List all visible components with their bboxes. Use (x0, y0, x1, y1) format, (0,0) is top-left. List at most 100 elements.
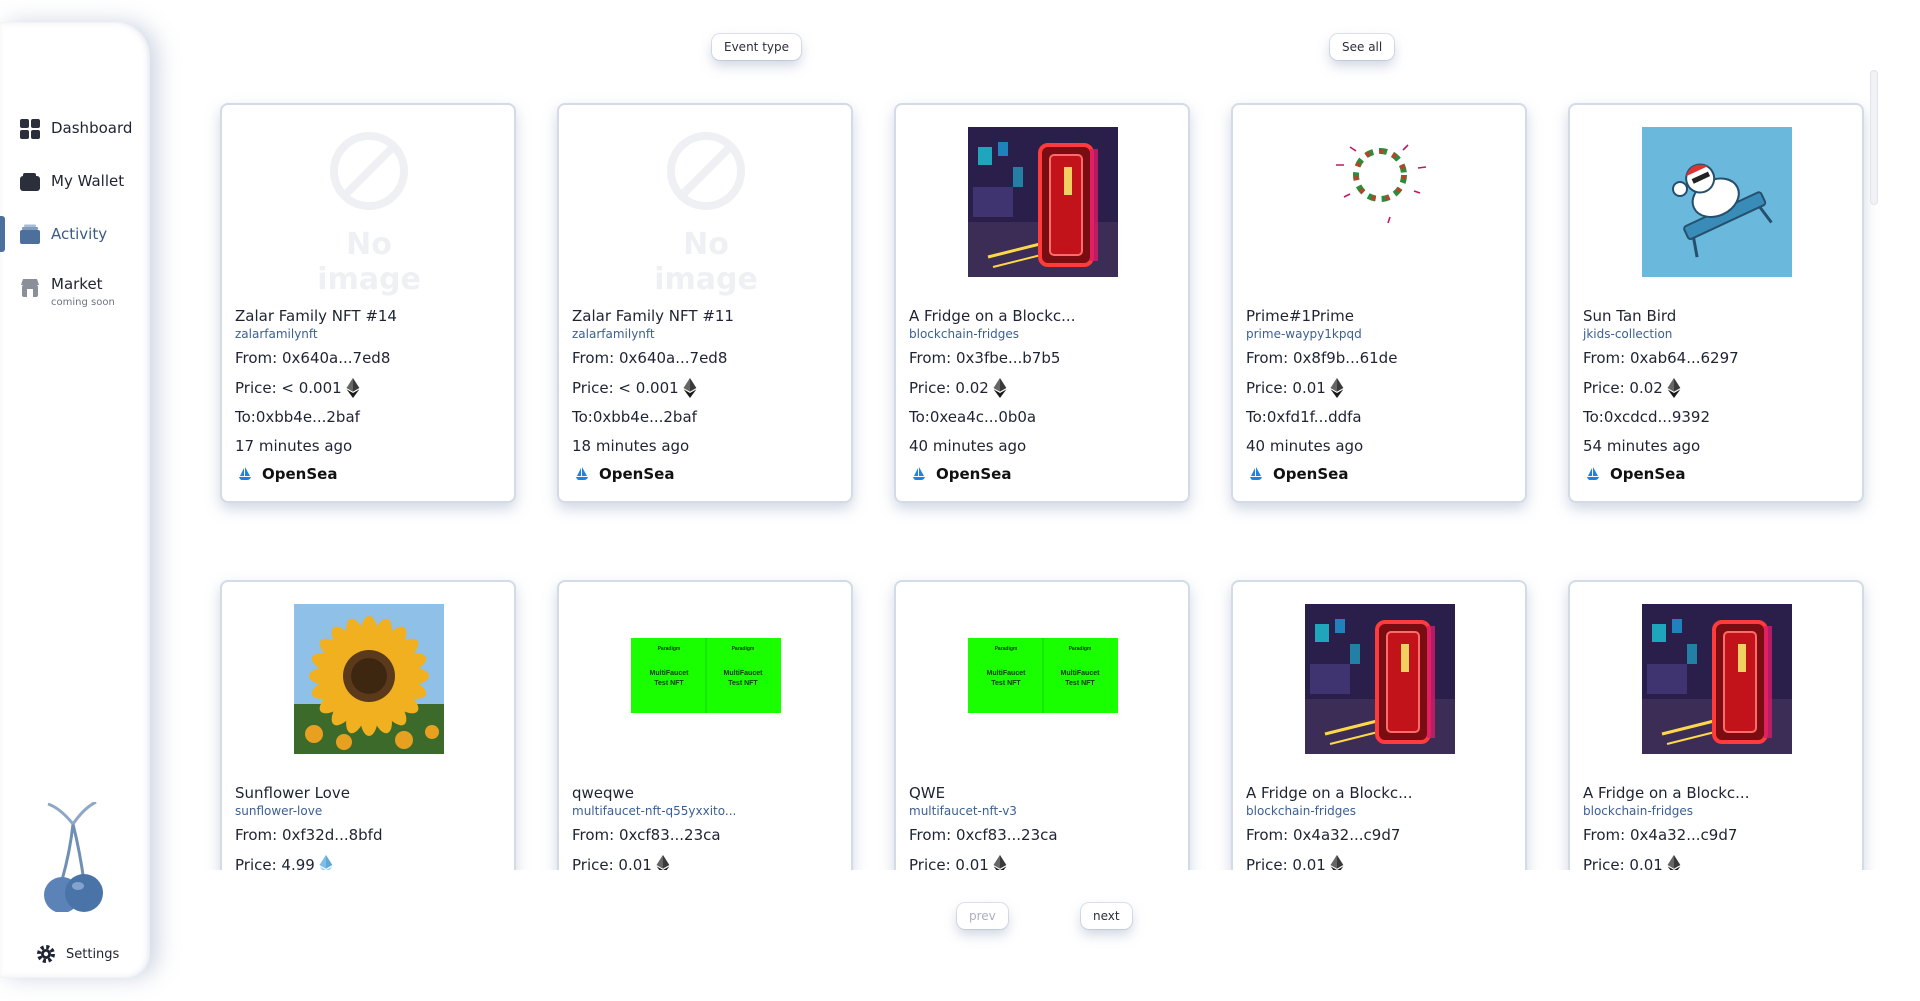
price-text: Price: 0.02 (909, 379, 989, 397)
sidebar-item-market[interactable]: Market coming soon (0, 267, 150, 308)
event-time: 40 minutes ago (1246, 437, 1364, 455)
from-address: From: 0xcf83...23ca (572, 826, 721, 844)
collection-slug[interactable]: blockchain-fridges (1583, 804, 1693, 818)
collection-slug[interactable]: multifaucet-nft-q55yxxito... (572, 804, 736, 818)
price-text: Price: 0.02 (1583, 379, 1663, 397)
sidebar-item-dashboard[interactable]: Dashboard (0, 108, 150, 148)
sidebar-item-label: Dashboard (51, 119, 133, 137)
no-image-placeholder: No image (294, 127, 444, 297)
event-time: 18 minutes ago (572, 437, 690, 455)
cherry-logo (44, 802, 103, 912)
sidebar-item-activity[interactable]: Activity (0, 214, 150, 254)
activity-card[interactable]: Paradigm Paradigm MultiFaucet Test NFT Multi… (557, 580, 853, 870)
collection-slug[interactable]: multifaucet-nft-v3 (909, 804, 1017, 818)
price: Price: 0.02 (1583, 378, 1681, 398)
price-text: Price: 0.01 (572, 856, 652, 870)
nft-thumbnail[interactable] (294, 604, 444, 754)
activity-card[interactable]: Sun Tan Bird jkids-collection From: 0xab64… (1568, 103, 1864, 503)
prev-page-button[interactable]: prev (957, 903, 1008, 929)
opensea-icon (576, 467, 588, 480)
price: Price: 0.01 (1246, 855, 1344, 870)
nft-thumbnail[interactable] (1642, 127, 1792, 277)
eth-icon (1330, 378, 1344, 398)
activity-card[interactable]: No image Zalar Family NFT #11 zalarfamilyn… (557, 103, 853, 503)
svg-text:MultiFaucet: MultiFaucet (650, 670, 690, 677)
nft-title[interactable]: A Fridge on a Blockc... (1246, 784, 1412, 802)
svg-text:Test NFT: Test NFT (991, 680, 1021, 687)
price-text: Price: 0.01 (1246, 379, 1326, 397)
marketplace-name: OpenSea (599, 465, 675, 483)
marketplace-name: OpenSea (262, 465, 338, 483)
activity-card[interactable]: A Fridge on a Blockc... blockchain-fridge… (1231, 580, 1527, 870)
nft-title[interactable]: Prime#1Prime (1246, 307, 1354, 325)
nft-thumbnail[interactable] (1305, 604, 1455, 754)
collection-slug[interactable]: zalarfamilynft (572, 327, 655, 341)
sidebar-item-label: Market (51, 275, 103, 293)
eth-icon (346, 378, 360, 398)
eth-icon (1667, 855, 1681, 870)
nft-title[interactable]: qweqwe (572, 784, 634, 802)
scrollbar-thumb[interactable] (1870, 70, 1878, 205)
opensea-icon (913, 467, 925, 480)
from-address: From: 0x640a...7ed8 (235, 349, 391, 367)
from-address: From: 0x640a...7ed8 (572, 349, 728, 367)
collection-slug[interactable]: zalarfamilynft (235, 327, 318, 341)
no-image-text: No image (654, 227, 758, 297)
price-text: Price: 4.99 (235, 856, 315, 870)
eth-icon (656, 855, 670, 870)
svg-text:Paradigm: Paradigm (1069, 646, 1092, 652)
nft-title[interactable]: Zalar Family NFT #14 (235, 307, 397, 325)
nft-title[interactable]: Zalar Family NFT #11 (572, 307, 734, 325)
activity-card[interactable]: Sunflower Love sunflower-love From: 0xf32d… (220, 580, 516, 870)
to-address: To:0xbb4e...2baf (572, 408, 697, 426)
event-type-filter[interactable]: Event type (712, 34, 801, 60)
nft-title[interactable]: Sunflower Love (235, 784, 350, 802)
marketplace-link[interactable]: OpenSea (575, 465, 674, 483)
activity-icon (20, 224, 40, 244)
price: Price: 0.01 (1246, 378, 1344, 398)
nft-title[interactable]: Sun Tan Bird (1583, 307, 1676, 325)
sidebar: Dashboard My Wallet Activity Market comi… (0, 22, 150, 978)
to-address: To:0xea4c...0b0a (909, 408, 1037, 426)
next-page-button[interactable]: next (1081, 903, 1132, 929)
marketplace-link[interactable]: OpenSea (1586, 465, 1685, 483)
settings-button[interactable]: Settings (36, 942, 136, 966)
activity-card[interactable]: A Fridge on a Blockc... blockchain-fridge… (1568, 580, 1864, 870)
marketplace-link[interactable]: OpenSea (238, 465, 337, 483)
nft-title[interactable]: QWE (909, 784, 945, 802)
from-address: From: 0x3fbe...b7b5 (909, 349, 1061, 367)
eth-icon (683, 378, 697, 398)
wallet-icon (20, 173, 40, 191)
price-text: Price: 0.01 (1583, 856, 1663, 870)
activity-grid: No image Zalar Family NFT #14 zalarfamilyn… (200, 90, 1890, 870)
activity-card[interactable]: Paradigm Paradigm MultiFaucet Test NFT Multi… (894, 580, 1190, 870)
nft-thumbnail[interactable]: Paradigm Paradigm MultiFaucet Test NFT Multi… (631, 604, 781, 754)
nft-thumbnail[interactable] (1305, 127, 1455, 277)
collection-slug[interactable]: blockchain-fridges (1246, 804, 1356, 818)
nft-thumbnail[interactable] (968, 127, 1118, 277)
nft-title[interactable]: A Fridge on a Blockc... (909, 307, 1075, 325)
from-address: From: 0x8f9b...61de (1246, 349, 1398, 367)
svg-text:MultiFaucet: MultiFaucet (987, 670, 1027, 677)
nft-thumbnail[interactable]: Paradigm Paradigm MultiFaucet Test NFT Multi… (968, 604, 1118, 754)
price-text: Price: < 0.001 (572, 379, 679, 397)
nft-title[interactable]: A Fridge on a Blockc... (1583, 784, 1749, 802)
activity-card[interactable]: No image Zalar Family NFT #14 zalarfamilyn… (220, 103, 516, 503)
marketplace-name: OpenSea (1610, 465, 1686, 483)
event-time: 40 minutes ago (909, 437, 1027, 455)
see-all-button[interactable]: See all (1330, 34, 1395, 60)
collection-slug[interactable]: prime-waypy1kpqd (1246, 327, 1362, 341)
collection-slug[interactable]: jkids-collection (1583, 327, 1672, 341)
marketplace-link[interactable]: OpenSea (912, 465, 1011, 483)
activity-card[interactable]: Prime#1Prime prime-waypy1kpqd From: 0x8f9b… (1231, 103, 1527, 503)
marketplace-name: OpenSea (1273, 465, 1349, 483)
eth-icon (1330, 855, 1344, 870)
opensea-icon (1587, 467, 1599, 480)
nft-thumbnail[interactable] (1642, 604, 1792, 754)
from-address: From: 0x4a32...c9d7 (1246, 826, 1401, 844)
collection-slug[interactable]: sunflower-love (235, 804, 322, 818)
activity-card[interactable]: A Fridge on a Blockc... blockchain-fridge… (894, 103, 1190, 503)
sidebar-item-my-wallet[interactable]: My Wallet (0, 161, 150, 201)
marketplace-link[interactable]: OpenSea (1249, 465, 1348, 483)
collection-slug[interactable]: blockchain-fridges (909, 327, 1019, 341)
